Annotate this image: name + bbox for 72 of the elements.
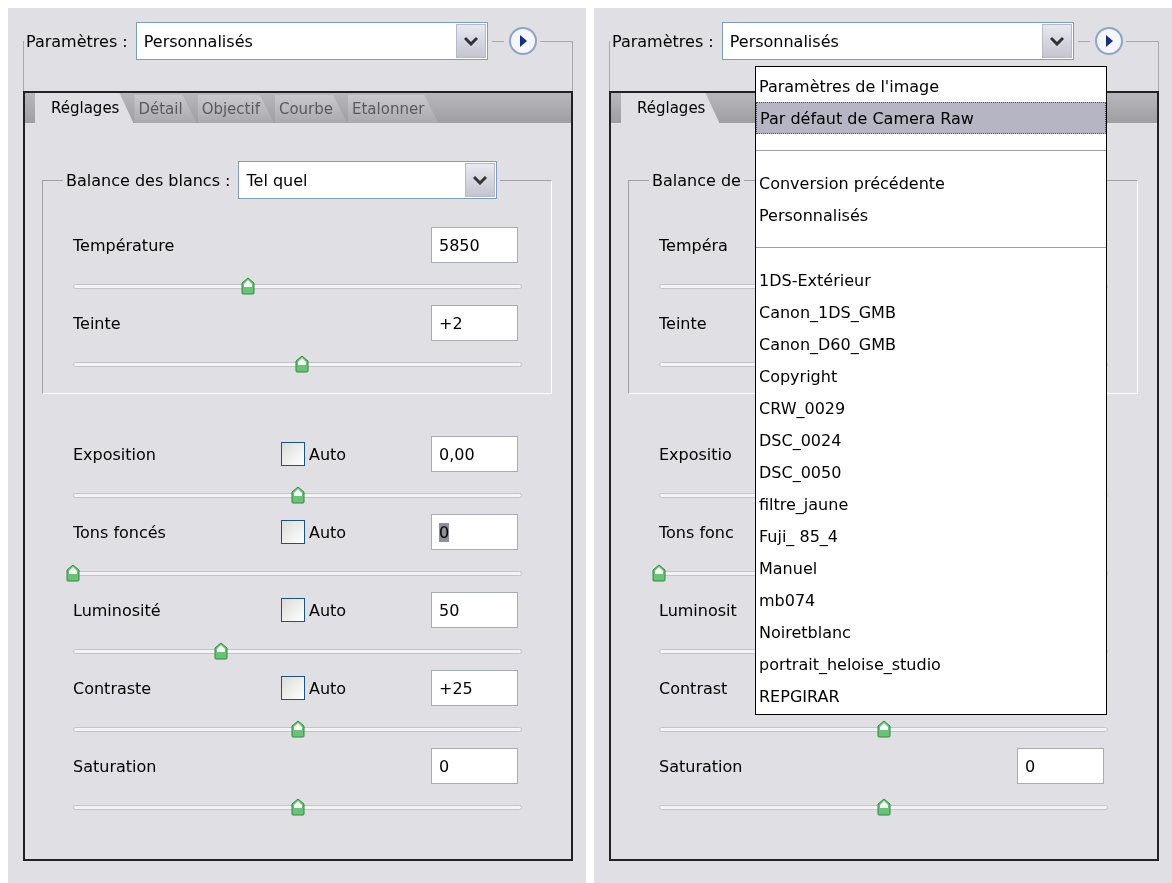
tab[interactable]: Objectif [197, 95, 274, 123]
menu-item[interactable]: DSC_0050 [756, 456, 1106, 488]
preset-label: Paramètres : [26, 31, 128, 51]
menu-item[interactable]: Par défaut de Camera Raw [756, 102, 1106, 134]
value-field[interactable]: 0,00 [431, 436, 518, 472]
slider-thumb[interactable] [295, 355, 309, 373]
menu-item[interactable]: Noiretblanc [756, 616, 1106, 648]
slider-thumb[interactable] [66, 564, 80, 582]
balance-preset-dropdown[interactable]: Tel quel [238, 161, 498, 199]
flyout-menu-button[interactable] [507, 26, 538, 56]
slider-label: Expositio [659, 444, 732, 464]
preset-label: Paramètres : [612, 31, 714, 51]
checkbox[interactable] [281, 520, 305, 544]
flyout-menu-button[interactable] [1093, 26, 1124, 56]
slider-thumb[interactable] [290, 720, 305, 738]
checkbox-label: Auto [309, 678, 347, 698]
menu-item[interactable]: Canon_1DS_GMB [756, 296, 1106, 328]
slider-label: Exposition [73, 444, 156, 464]
slider-label: Teinte [659, 313, 707, 333]
value-field[interactable]: +2 [431, 305, 518, 341]
menu-item[interactable]: mb074 [756, 584, 1106, 616]
balance-label: Balance des blancs : [66, 170, 231, 190]
slider-label: Saturation [659, 756, 743, 776]
menu-item[interactable]: CRW_0029 [756, 392, 1106, 424]
value-field[interactable]: 50 [431, 592, 518, 628]
menu-item[interactable]: Manuel [756, 552, 1106, 584]
tab[interactable]: Etalonner [348, 95, 439, 123]
slider-label: Luminosit [659, 600, 737, 620]
chevron-icon [473, 175, 488, 185]
slider-thumb[interactable] [652, 564, 666, 582]
slider-label: Tons foncés [73, 522, 166, 542]
slider-thumb[interactable] [290, 798, 305, 816]
slider-label: Contrast [659, 678, 728, 698]
checkbox-label: Auto [309, 600, 347, 620]
checkbox[interactable] [281, 598, 305, 622]
checkbox-label: Auto [309, 522, 347, 542]
slider-label: Teinte [73, 313, 121, 333]
tab[interactable]: Courbe [274, 95, 347, 123]
chevron-icon [1049, 36, 1064, 46]
slider-thumb[interactable] [876, 798, 891, 816]
chevron-icon [463, 36, 478, 46]
checkbox[interactable] [281, 676, 305, 700]
slider-thumb[interactable] [876, 720, 891, 738]
preset-dropdown[interactable]: Personnalisés [135, 22, 488, 60]
menu-item[interactable]: Personnalisés [756, 199, 1106, 231]
checkbox[interactable] [281, 442, 305, 466]
slider-thumb[interactable] [214, 642, 229, 660]
slider-thumb[interactable] [241, 277, 256, 295]
slider-label: Tempéra [659, 235, 728, 255]
tab[interactable]: Réglages [35, 93, 134, 123]
menu-item[interactable]: Canon_D60_GMB [756, 328, 1106, 360]
menu-item[interactable]: Conversion précédente [756, 167, 1106, 199]
value-field[interactable]: 0 [431, 748, 518, 784]
tab[interactable]: Réglages [621, 93, 720, 123]
slider-label: Température [73, 235, 175, 255]
slider-label: Saturation [73, 756, 157, 776]
checkbox-label: Auto [309, 444, 347, 464]
value-field[interactable]: 0 [1017, 748, 1104, 784]
slider-thumb[interactable] [290, 486, 305, 504]
menu-item[interactable]: REPGIRAR [756, 680, 1106, 712]
menu-item[interactable]: Paramètres de l'image [756, 70, 1106, 102]
menu-item[interactable]: DSC_0024 [756, 424, 1106, 456]
preset-dropdown[interactable]: Personnalisés [721, 22, 1074, 60]
menu-item[interactable]: Fuji_ 85_4 [756, 520, 1106, 552]
slider-label: Luminosité [73, 600, 161, 620]
tab[interactable]: Détail [134, 95, 197, 123]
value-field[interactable]: 0 [431, 514, 518, 550]
value-field[interactable]: +25 [431, 670, 518, 706]
balance-label: Balance de [652, 170, 741, 190]
slider-label: Tons fonc [659, 522, 734, 542]
value-field[interactable]: 5850 [431, 227, 518, 263]
slider-label: Contraste [73, 678, 152, 698]
